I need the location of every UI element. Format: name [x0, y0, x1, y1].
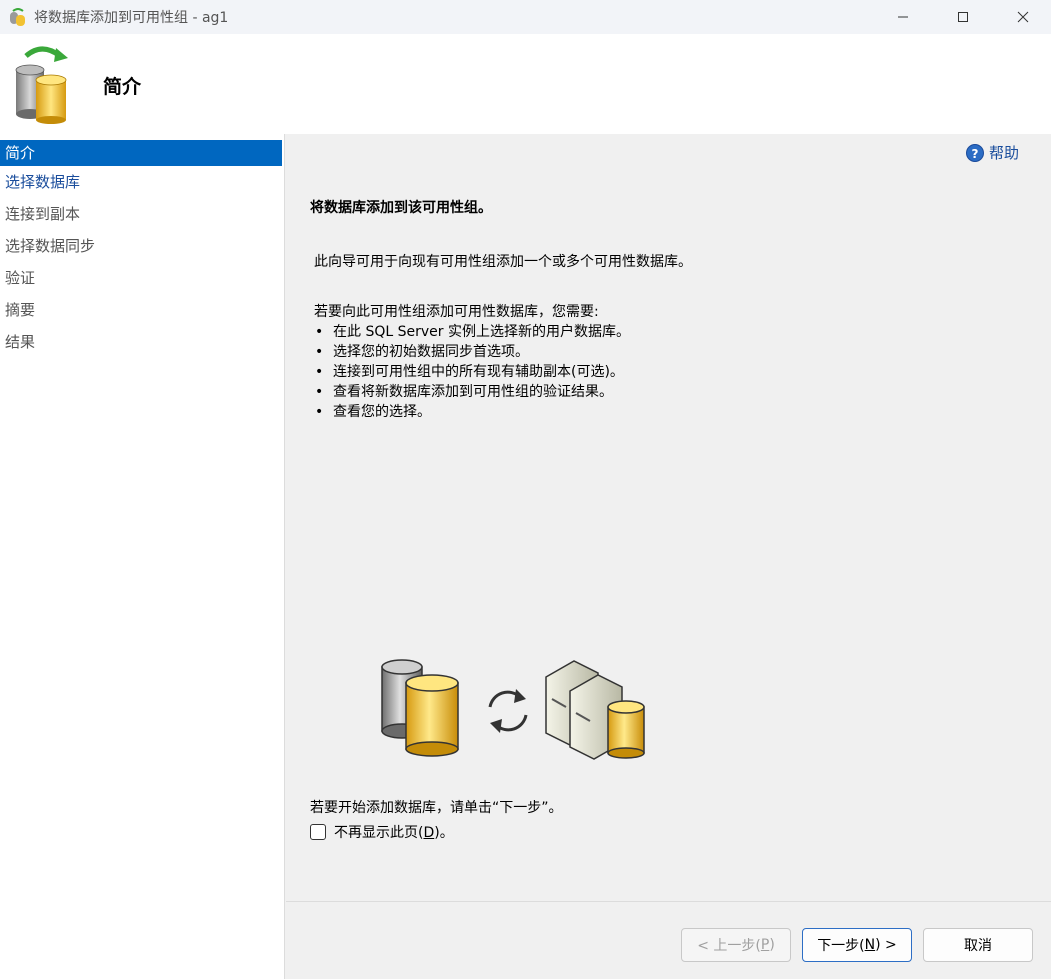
sidebar-item-summary: 摘要 [5, 301, 36, 319]
minimize-button[interactable] [880, 0, 926, 34]
database-sync-illustration-icon [360, 649, 660, 764]
app-database-icon [8, 7, 28, 27]
dont-show-again-label[interactable]: 不再显示此页(D)。 [334, 822, 454, 842]
header-banner: 简介 [0, 34, 1051, 134]
button-text: 下一步( [817, 938, 865, 954]
previous-button[interactable]: < 上一步(P) [681, 928, 791, 962]
sidebar-item-data-sync: 选择数据同步 [5, 237, 96, 255]
dont-show-again-option[interactable]: 不再显示此页(D)。 [310, 822, 454, 842]
list-item: 查看您的选择。 [314, 402, 630, 422]
button-text: ) > [875, 937, 897, 953]
wizard-footer: < 上一步(P) 下一步(N) > 取消 [286, 901, 1051, 979]
button-text: < 上一步( [697, 938, 761, 954]
start-instruction: 若要开始添加数据库，请单击“下一步”。 [310, 800, 563, 816]
wizard-steps-sidebar: 简介 选择数据库 连接到副本 选择数据同步 验证 摘要 结果 [0, 134, 285, 979]
help-link[interactable]: ? 帮助 [965, 142, 1019, 163]
sidebar-item-results: 结果 [5, 333, 36, 351]
intro-paragraph: 此向导可用于向现有可用性组添加一个或多个可用性数据库。 [314, 254, 692, 270]
list-item: 选择您的初始数据同步首选项。 [314, 342, 630, 362]
sidebar-item-select-databases[interactable]: 选择数据库 [0, 166, 282, 198]
requirements-intro: 若要向此可用性组添加可用性数据库，您需要: [314, 304, 599, 320]
window-title: 将数据库添加到可用性组 - ag1 [34, 10, 229, 26]
list-item: 在此 SQL Server 实例上选择新的用户数据库。 [314, 322, 630, 342]
button-text: ) [769, 937, 775, 953]
help-label: 帮助 [988, 144, 1019, 162]
list-item: 查看将新数据库添加到可用性组的验证结果。 [314, 382, 630, 402]
main-content: ? 帮助 将数据库添加到该可用性组。 此向导可用于向现有可用性组添加一个或多个可… [286, 134, 1051, 901]
next-button[interactable]: 下一步(N) > [802, 928, 912, 962]
title-bar: 将数据库添加到可用性组 - ag1 [0, 0, 1051, 34]
access-key: D [423, 825, 435, 841]
access-key: P [760, 937, 770, 953]
help-icon: ? [965, 143, 984, 162]
requirements-list: 在此 SQL Server 实例上选择新的用户数据库。 选择您的初始数据同步首选… [314, 322, 630, 422]
sidebar-item-connect-replicas: 连接到副本 [5, 205, 81, 223]
dont-show-again-checkbox[interactable] [310, 824, 326, 840]
page-title: 简介 [103, 76, 142, 98]
sidebar-item-validation: 验证 [5, 269, 36, 287]
list-item: 连接到可用性组中的所有现有辅助副本(可选)。 [314, 362, 630, 382]
close-button[interactable] [1000, 0, 1046, 34]
label-text: )。 [434, 825, 454, 841]
sidebar-item-intro[interactable]: 简介 [0, 140, 282, 166]
intro-heading: 将数据库添加到该可用性组。 [310, 200, 492, 216]
access-key: N [864, 937, 876, 953]
label-text: 不再显示此页( [334, 825, 424, 841]
cancel-button[interactable]: 取消 [923, 928, 1033, 962]
requirements-section: 若要向此可用性组添加可用性数据库，您需要: 在此 SQL Server 实例上选… [314, 302, 630, 422]
maximize-button[interactable] [940, 0, 986, 34]
add-database-icon [12, 44, 76, 124]
